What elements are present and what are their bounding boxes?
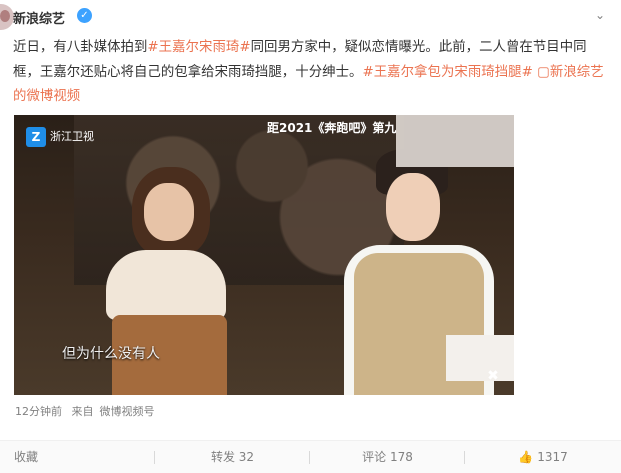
weibo-card: 新浪综艺 ✓ ⌄ 近日，有八卦媒体拍到#王嘉尔宋雨琦#同回男方家中，疑似恋情曝光… xyxy=(0,0,621,473)
like-button[interactable]: 👍 1317 xyxy=(465,441,621,473)
hashtag-bag-legs[interactable]: #王嘉尔拿包为宋雨琦挡腿# xyxy=(362,65,532,80)
top xyxy=(106,250,226,320)
channel-name: 浙江卫视 xyxy=(50,130,94,143)
comment-label: 评论 178 xyxy=(362,450,413,464)
source-name[interactable]: 微博视频号 xyxy=(100,405,155,418)
face xyxy=(144,183,194,241)
like-count: 1317 xyxy=(537,450,568,464)
video-subtitle: 但为什么没有人 xyxy=(62,346,160,362)
post-header: 新浪综艺 ✓ ⌄ xyxy=(0,0,621,36)
source-prefix: 来自 xyxy=(71,405,94,418)
channel-logo-icon: Z xyxy=(26,127,46,147)
post-meta: 12分钟前 来自 微博视频号 xyxy=(15,405,161,419)
verified-icon: ✓ xyxy=(77,8,92,23)
repost-button[interactable]: 转发 32 xyxy=(155,441,310,473)
username[interactable]: 新浪综艺 xyxy=(13,8,65,27)
hashtag-wang-song[interactable]: #王嘉尔宋雨琦# xyxy=(147,40,250,55)
chevron-down-icon[interactable]: ⌄ xyxy=(593,8,607,22)
video-link-icon: ▢ xyxy=(537,64,550,80)
video-player[interactable]: Z 浙江卫视 距2021《奔跑吧》第九 但为什么没有人 ✖ xyxy=(14,115,514,395)
comment-button[interactable]: 评论 178 xyxy=(310,441,465,473)
mute-icon[interactable]: ✖ xyxy=(482,365,504,387)
post-text: 近日，有八卦媒体拍到#王嘉尔宋雨琦#同回男方家中，疑似恋情曝光。此前，二人曾在节… xyxy=(13,36,613,110)
thumbs-up-icon: 👍 xyxy=(518,450,534,464)
favorite-label: 收藏 xyxy=(13,450,38,464)
action-bar: 收藏 转发 32 评论 178 👍 1317 xyxy=(0,440,621,473)
avatar[interactable] xyxy=(0,4,14,30)
channel-logo: Z 浙江卫视 xyxy=(20,123,102,151)
blurred-watermark xyxy=(396,115,514,167)
repost-label: 转发 32 xyxy=(210,450,255,464)
post-time[interactable]: 12分钟前 xyxy=(15,405,62,418)
favorite-button[interactable]: 收藏 xyxy=(0,441,52,473)
program-title: 距2021《奔跑吧》第九 xyxy=(267,121,397,135)
text-segment-1: 近日，有八卦媒体拍到 xyxy=(13,40,148,55)
face xyxy=(386,173,440,241)
